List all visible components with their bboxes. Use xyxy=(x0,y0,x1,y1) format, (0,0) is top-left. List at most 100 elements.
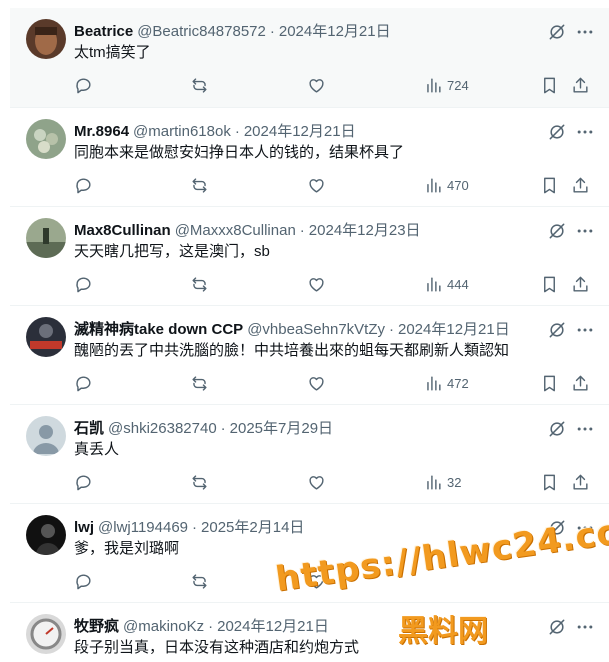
tweet-date[interactable]: 2024年12月21日 xyxy=(279,23,391,40)
grok-icon[interactable] xyxy=(547,419,567,439)
display-name[interactable]: 滅精神病take down CCP xyxy=(74,321,243,338)
like-button[interactable] xyxy=(307,570,326,592)
like-button[interactable] xyxy=(307,372,326,394)
user-handle[interactable]: @makinoKz xyxy=(123,618,204,635)
retweet-button[interactable] xyxy=(190,471,209,493)
display-name[interactable]: Mr.8964 xyxy=(74,123,129,140)
grok-icon[interactable] xyxy=(547,22,567,42)
like-button[interactable] xyxy=(307,273,326,295)
tweet-actions: 470 xyxy=(74,174,604,196)
views-button[interactable]: 470 xyxy=(424,174,469,196)
reply-icon xyxy=(76,177,91,193)
user-handle[interactable]: @vhbeaSehn7kVtZy xyxy=(247,321,385,338)
more-options-icon[interactable] xyxy=(575,617,595,637)
share-button[interactable] xyxy=(571,74,590,96)
tweet-date[interactable]: 2024年12月21日 xyxy=(217,618,329,635)
tweet-text: 同胞本来是做慰安妇挣日本人的钱的，结果杯具了 xyxy=(74,144,405,161)
grok-icon[interactable] xyxy=(547,617,567,637)
share-button[interactable] xyxy=(571,471,590,493)
views-button[interactable]: 444 xyxy=(424,273,469,295)
user-handle[interactable]: @Beatric84878572 xyxy=(137,23,266,40)
reply-button[interactable] xyxy=(74,74,93,96)
views-button[interactable]: 724 xyxy=(424,74,469,96)
share-button[interactable] xyxy=(571,372,590,394)
views-count: 470 xyxy=(447,177,469,193)
reply-button[interactable] xyxy=(74,570,93,592)
bookmark-icon xyxy=(544,77,555,93)
views-button[interactable]: 472 xyxy=(424,372,469,394)
tweet[interactable]: 牧野疯 @makinoKz · 2024年12月21日 段子别当真，日本没有这种酒店和… xyxy=(10,602,609,662)
share-button[interactable] xyxy=(571,174,590,196)
tweet-date[interactable]: 2024年12月21日 xyxy=(398,321,510,338)
retweet-icon xyxy=(192,77,207,93)
like-button[interactable] xyxy=(307,471,326,493)
avatar[interactable] xyxy=(26,218,66,258)
display-name[interactable]: Max8Cullinan xyxy=(74,222,171,239)
retweet-button[interactable] xyxy=(190,570,209,592)
tweet-text: 醜陋的丟了中共洗腦的臉！中共培養出來的蛆每天都刷新人類認知 xyxy=(74,342,510,359)
heart-icon xyxy=(309,78,324,93)
retweet-button[interactable] xyxy=(190,174,209,196)
like-button[interactable] xyxy=(307,74,326,96)
reply-button[interactable] xyxy=(74,372,93,394)
reply-icon xyxy=(76,77,91,93)
bookmark-icon xyxy=(544,276,555,292)
grok-icon[interactable] xyxy=(547,221,567,241)
bookmark-button[interactable] xyxy=(540,174,559,196)
more-options-icon[interactable] xyxy=(575,518,595,538)
retweet-button[interactable] xyxy=(190,273,209,295)
user-handle[interactable]: @martin618ok xyxy=(133,123,231,140)
avatar[interactable] xyxy=(26,515,66,555)
tweet-date[interactable]: 2024年12月23日 xyxy=(309,222,421,239)
user-handle[interactable]: @shki26382740 xyxy=(108,420,217,437)
tweet[interactable]: 石凯 @shki26382740 · 2025年7月29日 真丢人 32 xyxy=(10,404,609,503)
grok-icon[interactable] xyxy=(547,122,567,142)
tweet[interactable]: Mr.8964 @martin618ok · 2024年12月21日 同胞本来是做慰安… xyxy=(10,107,609,206)
display-name[interactable]: 牧野疯 xyxy=(74,618,119,635)
display-name[interactable]: lwj xyxy=(74,519,94,536)
avatar[interactable] xyxy=(26,416,66,456)
display-name[interactable]: Beatrice xyxy=(74,23,133,40)
bookmark-button[interactable] xyxy=(540,372,559,394)
views-button[interactable]: 32 xyxy=(424,471,461,493)
tweet-actions: 724 xyxy=(74,74,604,96)
user-handle[interactable]: @Maxxx8Cullinan xyxy=(175,222,296,239)
analytics-icon xyxy=(427,77,441,93)
more-options-icon[interactable] xyxy=(575,122,595,142)
tweet[interactable]: 滅精神病take down CCP @vhbeaSehn7kVtZy · 2024年1… xyxy=(10,305,609,404)
retweet-button[interactable] xyxy=(190,74,209,96)
avatar[interactable] xyxy=(26,317,66,357)
grok-icon[interactable] xyxy=(547,320,567,340)
more-options-icon[interactable] xyxy=(575,22,595,42)
tweet-date[interactable]: 2024年12月21日 xyxy=(244,123,356,140)
share-icon xyxy=(573,276,588,292)
reply-button[interactable] xyxy=(74,471,93,493)
avatar[interactable] xyxy=(26,614,66,654)
tweet[interactable]: Max8Cullinan @Maxxx8Cullinan · 2024年12月23日 … xyxy=(10,206,609,305)
more-options-icon[interactable] xyxy=(575,320,595,340)
grok-icon[interactable] xyxy=(547,518,567,538)
like-button[interactable] xyxy=(307,174,326,196)
bookmark-button[interactable] xyxy=(540,74,559,96)
avatar[interactable] xyxy=(26,19,66,59)
analytics-icon xyxy=(427,474,441,490)
more-options-icon[interactable] xyxy=(575,221,595,241)
tweet-header: Max8Cullinan @Maxxx8Cullinan · 2024年12月23日 xyxy=(74,221,539,240)
user-handle[interactable]: @lwj1194469 xyxy=(98,519,188,536)
tweet-date[interactable]: 2025年2月14日 xyxy=(201,519,304,536)
retweet-button[interactable] xyxy=(190,372,209,394)
tweet-date[interactable]: 2025年7月29日 xyxy=(230,420,333,437)
share-button[interactable] xyxy=(571,273,590,295)
bookmark-button[interactable] xyxy=(540,273,559,295)
reply-button[interactable] xyxy=(74,273,93,295)
views-count: 724 xyxy=(447,77,469,93)
avatar[interactable] xyxy=(26,119,66,159)
tweet[interactable]: lwj @lwj1194469 · 2025年2月14日 爹，我是刘璐啊 xyxy=(10,503,609,602)
more-options-icon[interactable] xyxy=(575,419,595,439)
avatar-image xyxy=(26,19,66,59)
display-name[interactable]: 石凯 xyxy=(74,420,104,437)
separator: · xyxy=(269,23,275,40)
tweet[interactable]: Beatrice @Beatric84878572 · 2024年12月21日 太tm… xyxy=(10,8,609,107)
bookmark-button[interactable] xyxy=(540,471,559,493)
reply-button[interactable] xyxy=(74,174,93,196)
